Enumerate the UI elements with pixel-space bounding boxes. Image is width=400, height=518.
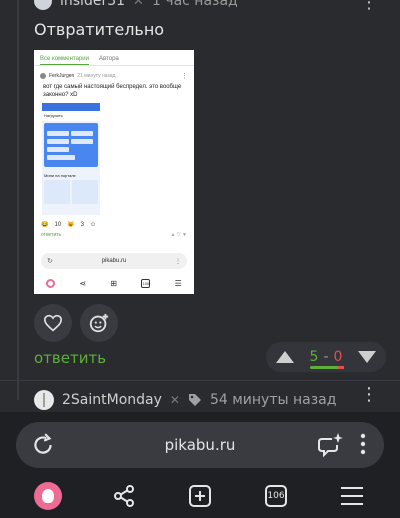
- nav-share[interactable]: [104, 476, 144, 516]
- bottom-nav: 106: [0, 474, 400, 518]
- nav-tabs[interactable]: 106: [256, 476, 296, 516]
- rating-bar: [310, 366, 344, 369]
- embed-urlbar: ↻ pikabu.ru ⋮: [41, 253, 187, 269]
- avatar[interactable]: [34, 390, 54, 410]
- embed-reaction-emoji: 😺: [67, 222, 75, 228]
- address-bar[interactable]: pikabu.ru: [16, 422, 384, 468]
- timestamp: 1 час назад: [151, 0, 238, 9]
- more-vertical-icon[interactable]: ⋮: [360, 0, 378, 12]
- nav-home[interactable]: [28, 476, 68, 516]
- rating-widget: 5 - 0: [266, 342, 386, 372]
- embed-menu-icon: ⋮: [175, 258, 181, 265]
- embed-url-text: pikabu.ru: [101, 258, 127, 264]
- embed-pikabu-icon: [46, 278, 56, 288]
- embed-reaction-emoji: 😂: [41, 222, 49, 228]
- reload-icon[interactable]: [30, 432, 56, 458]
- nav-new-tab[interactable]: [180, 476, 220, 516]
- reply-button[interactable]: ответить: [34, 349, 106, 367]
- more-vertical-icon[interactable]: ⋮: [360, 386, 378, 404]
- embed-username: FerkJurgen: [49, 73, 75, 79]
- next-comment-header: 2SaintMonday ✕ 54 минуты назад: [34, 388, 336, 412]
- rating-plus: 5: [309, 349, 319, 365]
- embed-section-title: Мини на портале: [44, 173, 76, 178]
- divider: [0, 380, 400, 381]
- embed-tab-author: Автора: [99, 56, 119, 62]
- embed-tab-all: Все комментарии: [40, 56, 89, 65]
- rating-values: 5 - 0: [310, 349, 343, 365]
- rating-separator: -: [323, 349, 329, 365]
- embed-inner-screenshot: Нагрузить Мини на портале: [42, 103, 100, 215]
- embed-card: [72, 180, 98, 204]
- embed-inner-panel: [44, 123, 98, 167]
- like-button[interactable]: [34, 304, 72, 342]
- nav-menu[interactable]: [332, 476, 372, 516]
- embed-tabs: Все комментарии Автора: [34, 50, 194, 66]
- embed-vote-arrows: ▲ ▽ ▼: [170, 232, 187, 238]
- embed-reload-icon: ↻: [47, 258, 53, 265]
- downvote-icon[interactable]: [358, 351, 376, 363]
- chat-ai-icon[interactable]: [316, 431, 344, 459]
- timestamp: 54 минуты назад: [209, 392, 337, 408]
- comment-image[interactable]: Все комментарии Автора FerkJurgen 21 мин…: [34, 50, 194, 294]
- embed-plus-icon: ⊞: [110, 278, 118, 288]
- browser-chrome: pikabu.ru 106: [0, 412, 400, 518]
- embed-reactions: 😂 10 😺 3 ☺: [34, 215, 194, 229]
- url-text: pikabu.ru: [164, 436, 236, 454]
- pikabu-logo-icon: [34, 482, 62, 510]
- upvote-icon[interactable]: [276, 351, 294, 363]
- embed-avatar: [40, 73, 46, 79]
- tabs-count-badge: 106: [265, 485, 287, 507]
- avatar-figure-icon: [43, 393, 45, 407]
- embed-footer: ответить ▲ ▽ ▼: [34, 228, 194, 238]
- comment-text: Отвратительно: [34, 20, 165, 39]
- username[interactable]: 2SaintMonday: [62, 392, 162, 408]
- embed-reply-link: ответить: [41, 232, 62, 238]
- embed-share-icon: ⋖: [79, 278, 87, 288]
- prev-comment-header: insider31 ✕ 1 час назад: [34, 0, 238, 10]
- tag-icon: [188, 394, 201, 406]
- embed-comment-header: FerkJurgen 21 минуту назад ⋮: [34, 66, 194, 82]
- emoji-add-icon: [89, 313, 109, 333]
- avatar[interactable]: [34, 0, 52, 10]
- share-icon: [114, 485, 134, 507]
- rating-minus: 0: [333, 349, 343, 365]
- heart-icon: [43, 314, 63, 332]
- close-icon: ✕: [133, 0, 144, 9]
- embed-reaction-count: 10: [54, 221, 62, 228]
- embed-timestamp: 21 минуту назад: [77, 73, 116, 79]
- close-icon: ✕: [169, 393, 180, 407]
- embed-card: [44, 180, 70, 204]
- embed-more-icon: ⋮: [181, 73, 188, 80]
- embed-menu-lines-icon: ☰: [174, 278, 182, 288]
- thread-line: [17, 0, 19, 400]
- embed-cards: [42, 180, 100, 204]
- username[interactable]: insider31: [60, 0, 125, 9]
- embed-inner-label: Нагрузить: [42, 111, 100, 121]
- embed-bottom-nav: ⋖ ⊞ 106 ☰: [34, 272, 194, 294]
- embed-comment-text: вот где самый настоящий беспредел. это в…: [43, 84, 182, 98]
- add-reaction-button[interactable]: [80, 304, 118, 342]
- embed-add-reaction-icon: ☺: [90, 221, 97, 228]
- hamburger-menu-icon: [341, 487, 363, 505]
- embed-reaction-count: 3: [80, 221, 84, 228]
- plus-square-icon: [189, 485, 211, 507]
- embed-tabs-icon: 106: [141, 278, 151, 288]
- embed-inner-topbar: [42, 103, 100, 111]
- more-vertical-icon[interactable]: [360, 433, 366, 455]
